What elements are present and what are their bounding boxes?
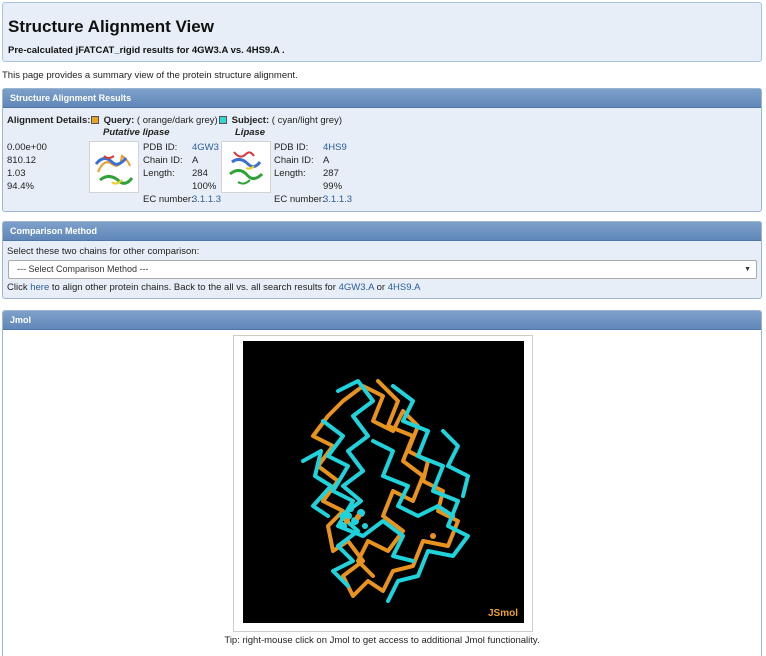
subject-ec-label: EC number: <box>274 194 325 205</box>
subject-ec-link[interactable]: 3.1.1.3 <box>323 193 352 206</box>
alignment-details-label: Alignment Details: <box>7 115 91 126</box>
dropdown-arrow-icon: ▼ <box>744 266 751 273</box>
subject-pdb-label: PDB ID: <box>274 142 309 153</box>
query-color-note: ( orange/dark grey) <box>136 115 218 126</box>
results-heading: Structure Alignment Results <box>3 89 761 108</box>
query-protein-name: Putative lipase <box>103 127 170 138</box>
subject-color-swatch <box>219 116 227 124</box>
query-pdb-label: PDB ID: <box>143 142 178 153</box>
subject-label: Subject: <box>231 115 270 126</box>
jmol-3d-viewer[interactable]: JSmol <box>243 341 524 623</box>
details-value-score: 810.12 <box>7 155 37 166</box>
page-header: Structure Alignment View Pre-calculated … <box>2 2 762 62</box>
comparison-instruction: Select these two chains for other compar… <box>7 246 200 257</box>
footer-text-back: to align other protein chains. Back to t… <box>49 282 339 293</box>
details-value-pvalue: 0.00e+00 <box>7 142 47 153</box>
page-subtitle: Pre-calculated jFATCAT_rigid results for… <box>8 45 285 56</box>
comparison-method-select[interactable]: --- Select Comparison Method --- ▼ <box>8 260 757 279</box>
subject-structure-thumbnail[interactable] <box>221 141 271 193</box>
query-length-value: 284 <box>192 168 208 179</box>
jmol-heading: Jmol <box>3 311 761 330</box>
footer-text-or: or <box>374 282 388 293</box>
query-color-swatch <box>91 116 99 124</box>
subject-length-label: Length: <box>274 168 306 179</box>
jmol-viewer-frame: JSmol <box>233 335 533 632</box>
subject-length-value: 287 <box>323 168 339 179</box>
comparison-select-value: --- Select Comparison Method --- <box>17 264 149 274</box>
query-ec-label: EC number: <box>143 194 194 205</box>
jsmol-logo: JSmol <box>487 608 518 619</box>
query-label: Query: <box>103 115 135 126</box>
query-search-results-link[interactable]: 4GW3.A <box>339 282 374 293</box>
query-length-label: Length: <box>143 168 175 179</box>
page-title: Structure Alignment View <box>8 17 214 36</box>
details-value-identity: 94.4% <box>7 181 34 192</box>
jmol-panel: Jmol JSmol Tip: right-mouse click on Jmo… <box>2 310 762 656</box>
details-value-rmsd: 1.03 <box>7 168 26 179</box>
query-chain-label: Chain ID: <box>143 155 183 166</box>
query-pdb-link[interactable]: 4GW3 <box>192 141 219 154</box>
subject-protein-name: Lipase <box>235 127 266 138</box>
footer-text-click: Click <box>7 282 31 293</box>
results-panel: Structure Alignment Results Alignment De… <box>2 88 762 212</box>
query-coverage: 100% <box>192 181 217 192</box>
subject-search-results-link[interactable]: 4HS9.A <box>388 282 421 293</box>
jmol-tip: Tip: right-mouse click on Jmol to get ac… <box>224 635 540 646</box>
intro-text: This page provides a summary view of the… <box>2 70 298 81</box>
subject-chain-label: Chain ID: <box>274 155 314 166</box>
query-structure-thumbnail[interactable] <box>89 141 139 193</box>
comparison-heading: Comparison Method <box>3 222 761 241</box>
protein-backbone-render <box>301 379 470 603</box>
subject-pdb-link[interactable]: 4HS9 <box>323 141 347 154</box>
comparison-footer: Click here to align other protein chains… <box>7 282 420 293</box>
subject-coverage: 99% <box>323 181 343 192</box>
align-other-chains-link[interactable]: here <box>30 282 49 293</box>
query-chain-value: A <box>192 155 199 166</box>
comparison-panel: Comparison Method Select these two chain… <box>2 221 762 299</box>
query-ec-link[interactable]: 3.1.1.3 <box>192 193 221 206</box>
subject-color-note: ( cyan/light grey) <box>271 115 342 126</box>
subject-chain-value: A <box>323 155 330 166</box>
